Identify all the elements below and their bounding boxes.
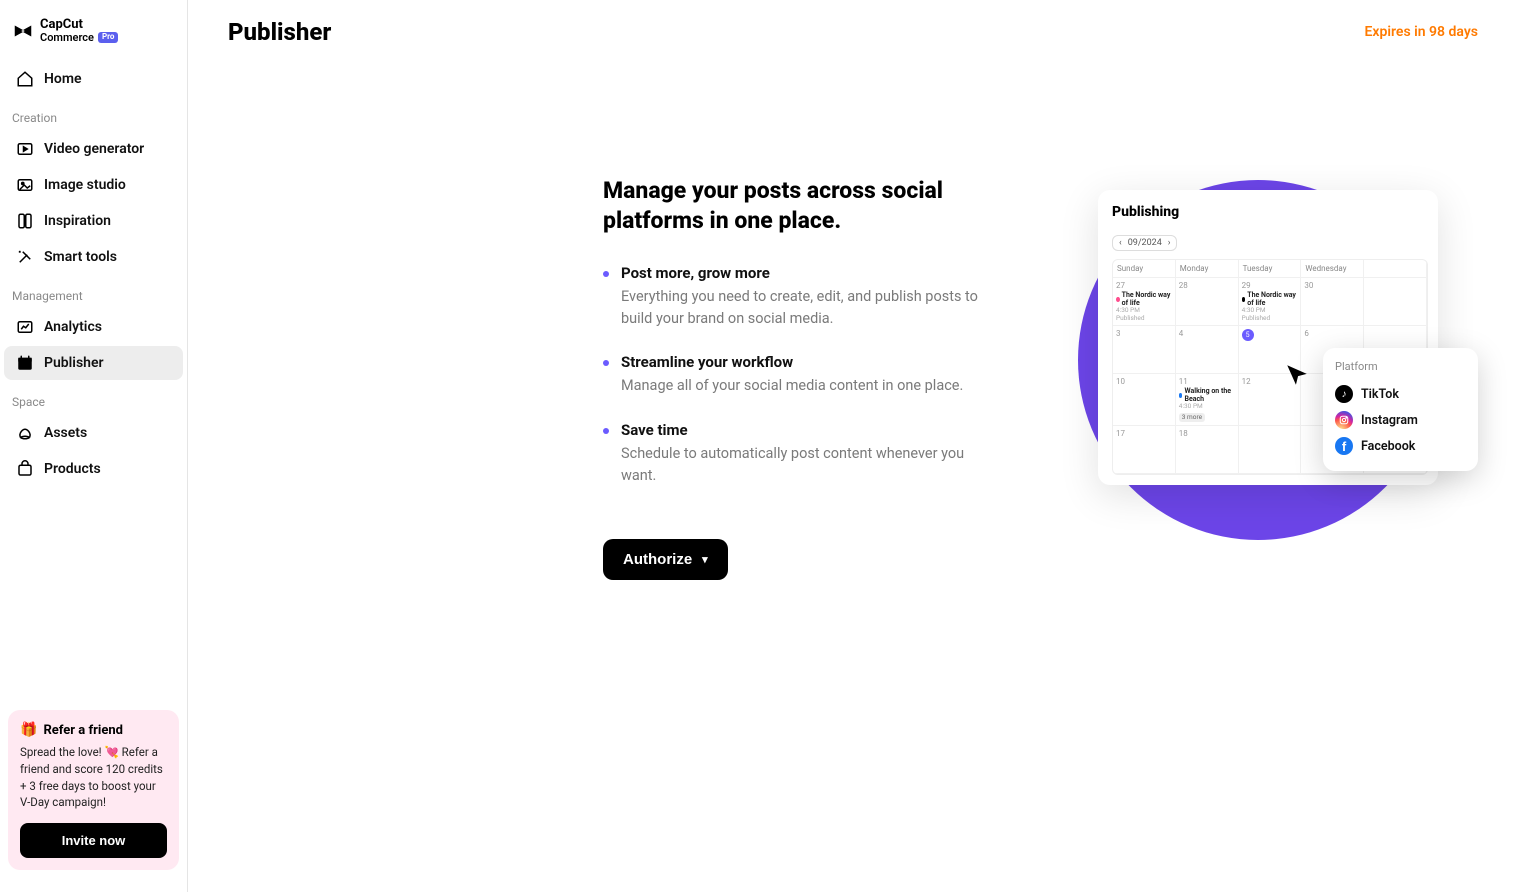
capcut-logo-icon <box>12 20 34 42</box>
platform-popover: Platform ♪ TikTok Instagram f Facebook <box>1323 348 1478 471</box>
day-header <box>1364 260 1427 278</box>
sidebar-item-label: Publisher <box>44 355 104 371</box>
pro-badge: Pro <box>98 32 118 42</box>
gift-icon: 🎁 <box>20 722 37 738</box>
calendar-cell: 18 <box>1176 426 1239 474</box>
calendar-cell: 27 The Nordic way of life4:30 PMPublishe… <box>1113 278 1176 326</box>
logo[interactable]: CapCut Commerce Pro <box>0 14 187 61</box>
video-generator-icon <box>16 140 34 158</box>
chevron-down-icon: ▾ <box>702 553 708 566</box>
hero-illustration: Publishing ‹ 09/2024 › Sunday Monday Tue… <box>1058 170 1458 570</box>
sidebar-item-analytics[interactable]: Analytics <box>4 310 183 344</box>
bullet-item: Streamline your workflow Manage all of y… <box>603 353 1003 397</box>
section-label-management: Management <box>0 275 187 309</box>
chevron-right-icon: › <box>1168 238 1171 248</box>
sidebar-item-assets[interactable]: Assets <box>4 416 183 450</box>
bullet-title: Post more, grow more <box>621 264 1003 282</box>
sidebar-item-label: Products <box>44 461 101 477</box>
logo-line1: CapCut <box>40 18 118 32</box>
hero-title: Manage your posts across social platform… <box>603 176 1003 236</box>
calendar-cell: 17 <box>1113 426 1176 474</box>
sidebar-item-label: Video generator <box>44 141 144 157</box>
section-label-creation: Creation <box>0 97 187 131</box>
sidebar-item-label: Assets <box>44 425 87 441</box>
expires-badge[interactable]: Expires in 98 days <box>1365 24 1478 40</box>
smart-tools-icon <box>16 248 34 266</box>
bullet-desc: Everything you need to create, edit, and… <box>621 286 1003 330</box>
bullet-desc: Manage all of your social media content … <box>621 375 1003 397</box>
calendar-date-nav: ‹ 09/2024 › <box>1112 235 1177 251</box>
facebook-icon: f <box>1335 437 1353 455</box>
calendar-cell <box>1239 426 1302 474</box>
calendar-cell <box>1364 278 1427 326</box>
sidebar-item-inspiration[interactable]: Inspiration <box>4 204 183 238</box>
calendar-cell: 3 <box>1113 326 1176 374</box>
day-header: Sunday <box>1113 260 1176 278</box>
header: Publisher Expires in 98 days <box>228 18 1478 46</box>
analytics-icon <box>16 318 34 336</box>
calendar-cell: 30 <box>1301 278 1364 326</box>
calendar-cell: 11 Walking on the Beach4:30 PM3 more <box>1176 374 1239 426</box>
calendar-cell: 10 <box>1113 374 1176 426</box>
day-header: Wednesday <box>1301 260 1364 278</box>
calendar-cell: 28 <box>1176 278 1239 326</box>
invite-button[interactable]: Invite now <box>20 823 167 858</box>
refer-title: Refer a friend <box>43 723 123 738</box>
calendar-cell: 4 <box>1176 326 1239 374</box>
bullet-item: Save time Schedule to automatically post… <box>603 421 1003 487</box>
bullet-title: Streamline your workflow <box>621 353 1003 371</box>
refer-card: 🎁 Refer a friend Spread the love! 💘 Refe… <box>8 710 179 870</box>
bullet-title: Save time <box>621 421 1003 439</box>
calendar-month: 09/2024 <box>1128 238 1162 248</box>
authorize-button[interactable]: Authorize ▾ <box>603 539 728 580</box>
calendar-cell: 29 The Nordic way of life4:30 PMPublishe… <box>1239 278 1302 326</box>
sidebar-item-home[interactable]: Home <box>4 62 183 96</box>
home-icon <box>16 70 34 88</box>
main: Publisher Expires in 98 days Manage your… <box>188 0 1518 892</box>
sidebar-item-label: Home <box>44 71 82 87</box>
sidebar-item-video-generator[interactable]: Video generator <box>4 132 183 166</box>
platform-item-instagram: Instagram <box>1335 407 1466 433</box>
sidebar-item-label: Inspiration <box>44 213 111 229</box>
platform-item-facebook: f Facebook <box>1335 433 1466 459</box>
sidebar-item-label: Smart tools <box>44 249 117 265</box>
sidebar-item-label: Analytics <box>44 319 102 335</box>
sidebar-item-smart-tools[interactable]: Smart tools <box>4 240 183 274</box>
calendar-title: Publishing <box>1112 204 1428 220</box>
inspiration-icon <box>16 212 34 230</box>
day-header: Tuesday <box>1239 260 1302 278</box>
page-title: Publisher <box>228 18 331 46</box>
hero-bullets: Post more, grow more Everything you need… <box>603 264 1003 487</box>
logo-line2: Commerce <box>40 32 94 44</box>
sidebar-item-image-studio[interactable]: Image studio <box>4 168 183 202</box>
tiktok-icon: ♪ <box>1335 385 1353 403</box>
publisher-icon <box>16 354 34 372</box>
day-header: Monday <box>1176 260 1239 278</box>
refer-text: Spread the love! 💘 Refer a friend and sc… <box>20 744 167 811</box>
sidebar-item-publisher[interactable]: Publisher <box>4 346 183 380</box>
sidebar-item-products[interactable]: Products <box>4 452 183 486</box>
image-studio-icon <box>16 176 34 194</box>
chevron-left-icon: ‹ <box>1119 238 1122 248</box>
platform-item-tiktok: ♪ TikTok <box>1335 381 1466 407</box>
bullet-item: Post more, grow more Everything you need… <box>603 264 1003 330</box>
sidebar: CapCut Commerce Pro Home Creation Video g… <box>0 0 188 892</box>
authorize-label: Authorize <box>623 551 692 568</box>
bullet-desc: Schedule to automatically post content w… <box>621 443 1003 487</box>
products-icon <box>16 460 34 478</box>
sidebar-item-label: Image studio <box>44 177 126 193</box>
platform-label: Platform <box>1335 360 1466 373</box>
cursor-icon <box>1284 362 1310 388</box>
assets-icon <box>16 424 34 442</box>
instagram-icon <box>1335 411 1353 429</box>
section-label-space: Space <box>0 381 187 415</box>
